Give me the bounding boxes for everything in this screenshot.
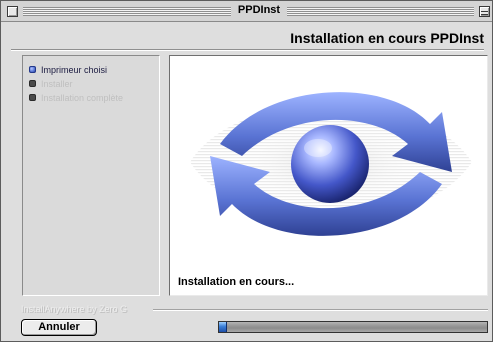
window-title: PPDInst <box>237 4 281 16</box>
title-stripes-left <box>23 7 231 16</box>
footer-divider <box>153 309 488 311</box>
step-label: Installation complète <box>41 93 124 103</box>
progress-bar <box>218 321 488 333</box>
steps-list: Imprimeur choisi Installer Installation … <box>29 63 123 105</box>
close-box-icon[interactable] <box>7 6 18 17</box>
steps-panel: Imprimeur choisi Installer Installation … <box>22 55 160 296</box>
status-text: Installation en cours... <box>178 276 295 288</box>
progress-bar-fill <box>219 322 228 332</box>
step-label: Imprimeur choisi <box>41 65 108 75</box>
install-progress-graphic-icon <box>190 92 472 236</box>
cancel-button[interactable]: Annuler <box>21 319 97 336</box>
step-inactive-bullet-icon <box>29 80 36 87</box>
vendor-label: InstallAnywhere by Zero G <box>21 304 128 314</box>
installer-window: PPDInst Installation en cours PPDInst Im… <box>0 0 493 342</box>
header-divider <box>11 49 484 51</box>
step-inactive-bullet-icon <box>29 94 36 101</box>
step-item-imprimeur-choisi: Imprimeur choisi <box>29 63 123 77</box>
page-title: Installation en cours PPDInst <box>290 30 484 46</box>
main-content-panel: Installation en cours... <box>169 55 488 296</box>
collapse-box-icon[interactable] <box>479 6 490 17</box>
step-active-bullet-icon <box>29 66 36 73</box>
step-label: Installer <box>41 79 73 89</box>
title-stripes-right <box>287 7 474 16</box>
step-item-installation-complete: Installation complète <box>29 91 123 105</box>
step-item-installer: Installer <box>29 77 123 91</box>
title-bar[interactable]: PPDInst <box>1 1 492 22</box>
